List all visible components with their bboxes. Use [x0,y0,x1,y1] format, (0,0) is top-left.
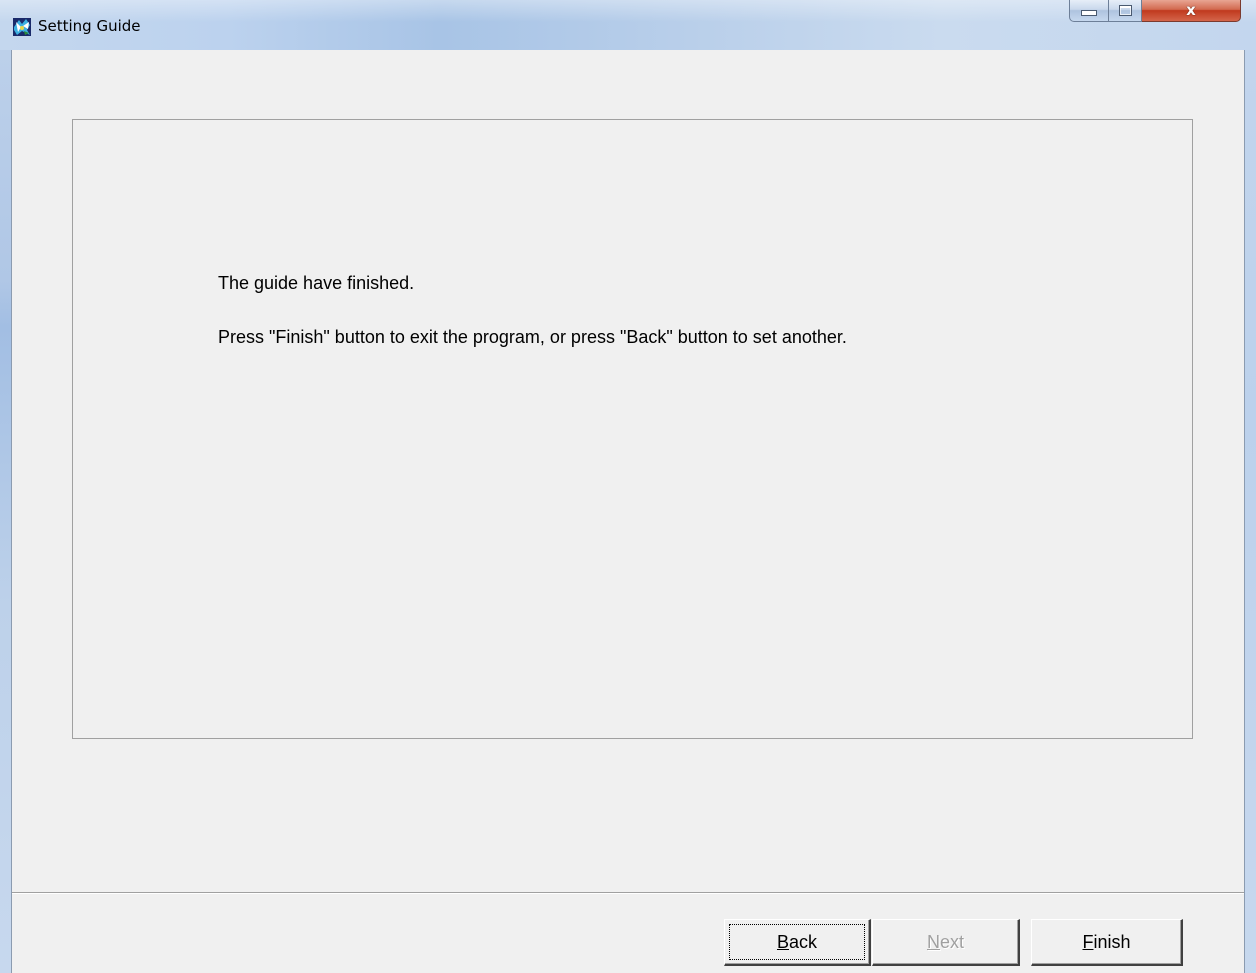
finish-button[interactable]: Finish [1031,919,1183,966]
caption-buttons: x [1069,0,1241,33]
setting-guide-window: Setting Guide x The guide have finished.… [0,0,1256,973]
window-title: Setting Guide [38,17,141,35]
maximize-icon [1109,0,1141,21]
finished-message: The guide have finished. [218,273,415,293]
title-bar[interactable]: Setting Guide x [0,0,1256,50]
next-button[interactable]: Next [872,919,1020,966]
close-button[interactable]: x [1142,0,1241,22]
finish-button-label: Finish [1082,931,1131,952]
maximize-button[interactable] [1109,0,1142,22]
app-icon[interactable] [13,18,31,36]
instruction-message: Press "Finish" button to exit the progra… [218,327,847,347]
back-button[interactable]: Back [724,919,871,966]
title-bar-sheen [0,0,1256,22]
minimize-icon [1070,0,1108,21]
back-button-label: Back [776,931,818,952]
minimize-button[interactable] [1069,0,1109,22]
window-frame-left [0,50,12,973]
close-icon: x [1186,1,1196,19]
next-button-label: Next [926,931,964,952]
content-panel: The guide have finished. Press "Finish" … [72,119,1193,739]
dialog-client-area: The guide have finished. Press "Finish" … [12,50,1244,973]
window-frame-right [1244,50,1256,973]
button-separator [12,892,1244,894]
